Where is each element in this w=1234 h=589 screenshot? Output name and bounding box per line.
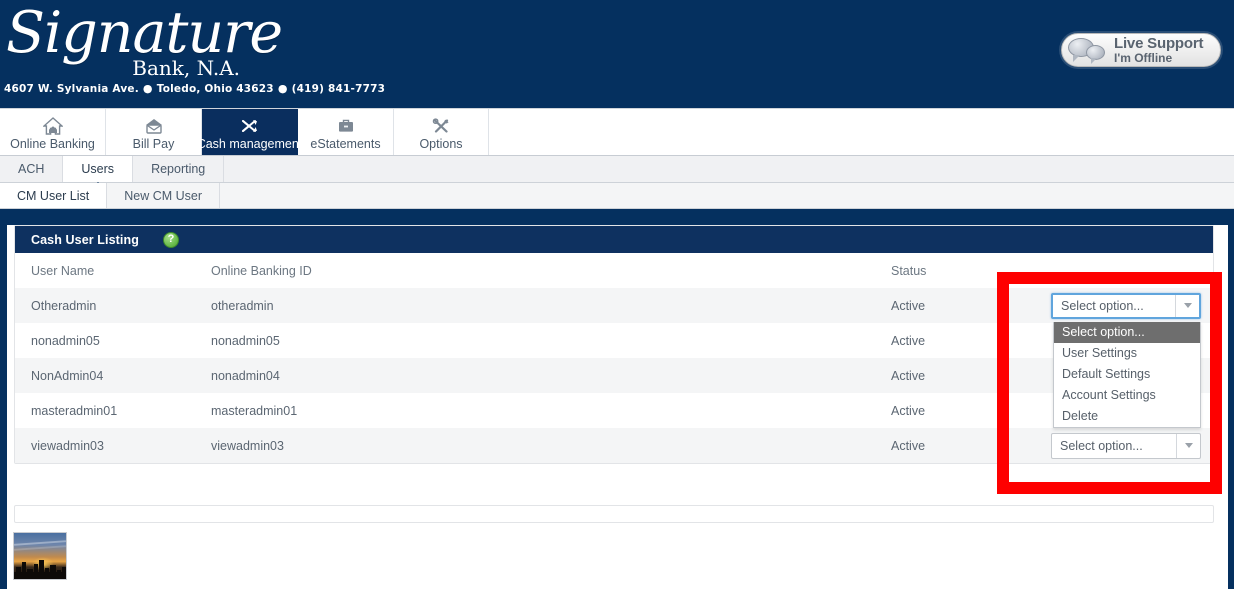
bank-logo[interactable]: Signature Bank, N.A. 4607 W. Sylvania Av… [2, 0, 385, 95]
third-navigation: CM User List New CM User [0, 183, 1234, 209]
sub-tab-reporting[interactable]: Reporting [133, 156, 225, 182]
cell-status: Active [891, 368, 926, 383]
page-title: Cash User Listing [31, 232, 139, 247]
table-row[interactable]: Otheradmin otheradmin Active Select opti… [15, 288, 1215, 428]
dropdown-option-default-settings[interactable]: Default Settings [1054, 364, 1200, 385]
dropdown-option-select-option[interactable]: Select option... [1054, 321, 1200, 343]
sub-nav-filler [224, 156, 1234, 182]
third-tab-new-cm-user-label: New CM User [124, 188, 203, 203]
sub-tab-reporting-label: Reporting [151, 162, 206, 176]
home-icon [42, 115, 63, 135]
third-nav-filler [220, 183, 1234, 208]
address-city: Toledo, Ohio 43623 [156, 83, 274, 95]
dropdown-option-user-settings[interactable]: User Settings [1054, 343, 1200, 364]
chevron-down-icon[interactable] [1176, 433, 1200, 458]
sub-tab-users-label: Users [81, 162, 115, 176]
dropdown-option-delete[interactable]: Delete [1054, 406, 1200, 427]
cell-user-name: Otheradmin [31, 298, 97, 313]
logo-script-text: Signature [6, 0, 283, 66]
cell-online-banking-id: nonadmin05 [211, 333, 280, 348]
dropdown-option-account-settings[interactable]: Account Settings [1054, 385, 1200, 406]
sub-navigation: ACH Users Reporting [0, 156, 1234, 183]
help-icon[interactable]: ? [162, 231, 179, 248]
nav-tab-online-banking[interactable]: Online Banking [0, 109, 106, 155]
address-separator-2: ● [277, 82, 288, 95]
briefcase-icon [336, 115, 356, 135]
tools-icon [431, 115, 451, 135]
cell-status: Active [891, 438, 926, 453]
row-action-select-4[interactable]: Select option... [1051, 432, 1201, 459]
chat-bubbles-icon [1068, 37, 1110, 64]
cell-online-banking-id: nonadmin04 [211, 368, 280, 383]
cell-action: Select option... [1035, 428, 1215, 463]
nav-tab-bill-pay-label: Bill Pay [132, 137, 175, 151]
lower-panel-strip [14, 505, 1214, 523]
cell-status: Active [891, 298, 926, 313]
masthead: Signature Bank, N.A. 4607 W. Sylvania Av… [0, 0, 1234, 108]
panel-header: Cash User Listing ? [15, 226, 1213, 253]
table-row[interactable]: viewadmin03 viewadmin03 Active Select op… [15, 428, 1215, 463]
cash-user-listing-panel: Cash User Listing ? User Name Online Ban… [14, 225, 1215, 464]
bank-address-line: 4607 W. Sylvania Ave. ● Toledo, Ohio 43623… [4, 82, 385, 95]
address-street: 4607 W. Sylvania Ave. [4, 83, 139, 95]
row-action-select-4-value: Select option... [1060, 438, 1143, 453]
nav-tab-estatements[interactable]: eStatements [298, 109, 394, 155]
cell-user-name: viewadmin03 [31, 438, 104, 453]
chevron-down-icon[interactable] [1175, 294, 1199, 317]
city-skyline-sunset-thumbnail[interactable] [13, 532, 67, 580]
nav-tab-estatements-label: eStatements [310, 137, 381, 151]
column-header-status: Status [891, 263, 927, 278]
table-row[interactable]: masteradmin01 masteradmin01 Active [15, 393, 1215, 428]
nav-tab-bill-pay[interactable]: Bill Pay [106, 109, 202, 155]
row-action-select-0[interactable]: Select option... Select option... User S… [1051, 292, 1201, 428]
envelope-icon [144, 115, 164, 135]
column-header-user-name: User Name [31, 263, 95, 278]
nav-tab-options-label: Options [419, 137, 463, 151]
cash-users-table: User Name Online Banking ID Status Other… [15, 253, 1215, 463]
sub-tab-ach[interactable]: ACH [0, 156, 64, 182]
third-tab-cm-user-list[interactable]: CM User List [0, 183, 108, 208]
cell-status: Active [891, 403, 926, 418]
cell-user-name: nonadmin05 [31, 333, 100, 348]
third-tab-cm-user-list-label: CM User List [17, 188, 90, 203]
cell-online-banking-id: viewadmin03 [211, 438, 284, 453]
column-header-actions [1035, 253, 1215, 288]
cell-online-banking-id: otheradmin [211, 298, 274, 313]
column-header-online-banking-id: Online Banking ID [211, 263, 312, 278]
cell-status: Active [891, 333, 926, 348]
main-navigation: Online Banking Bill Pay Cash management … [0, 108, 1234, 156]
cell-user-name: masteradmin01 [31, 403, 118, 418]
sub-tab-users[interactable]: Users [63, 156, 134, 182]
table-header-row: User Name Online Banking ID Status [15, 253, 1215, 288]
cell-online-banking-id: masteradmin01 [211, 403, 298, 418]
nav-tab-cash-management-label: Cash management [196, 137, 303, 151]
nav-tab-online-banking-label: Online Banking [10, 137, 95, 151]
live-support-status: I'm Offline [1114, 50, 1173, 65]
nav-tab-options[interactable]: Options [394, 109, 489, 155]
main-nav-filler [489, 109, 1234, 155]
live-support-title: Live Support [1114, 34, 1204, 52]
row-action-dropdown-menu[interactable]: Select option... User Settings Default S… [1053, 321, 1201, 428]
cell-user-name: NonAdmin04 [31, 368, 104, 383]
row-action-select-0-value: Select option... [1061, 298, 1144, 313]
table-row[interactable]: nonadmin05 nonadmin05 Active [15, 323, 1215, 358]
third-tab-new-cm-user[interactable]: New CM User [107, 183, 221, 208]
shuffle-icon [240, 115, 260, 135]
sub-tab-ach-label: ACH [18, 162, 45, 176]
table-row[interactable]: NonAdmin04 nonadmin04 Active [15, 358, 1215, 393]
cell-action: Select option... Select option... User S… [1035, 288, 1215, 428]
live-support-button[interactable]: Live Support I'm Offline [1061, 33, 1221, 67]
address-separator-1: ● [142, 82, 153, 95]
content-area: Cash User Listing ? User Name Online Ban… [7, 225, 1228, 589]
nav-tab-cash-management[interactable]: Cash management [197, 109, 302, 155]
address-phone: (419) 841-7773 [291, 83, 386, 95]
page-background: Signature Bank, N.A. 4607 W. Sylvania Av… [0, 0, 1234, 589]
